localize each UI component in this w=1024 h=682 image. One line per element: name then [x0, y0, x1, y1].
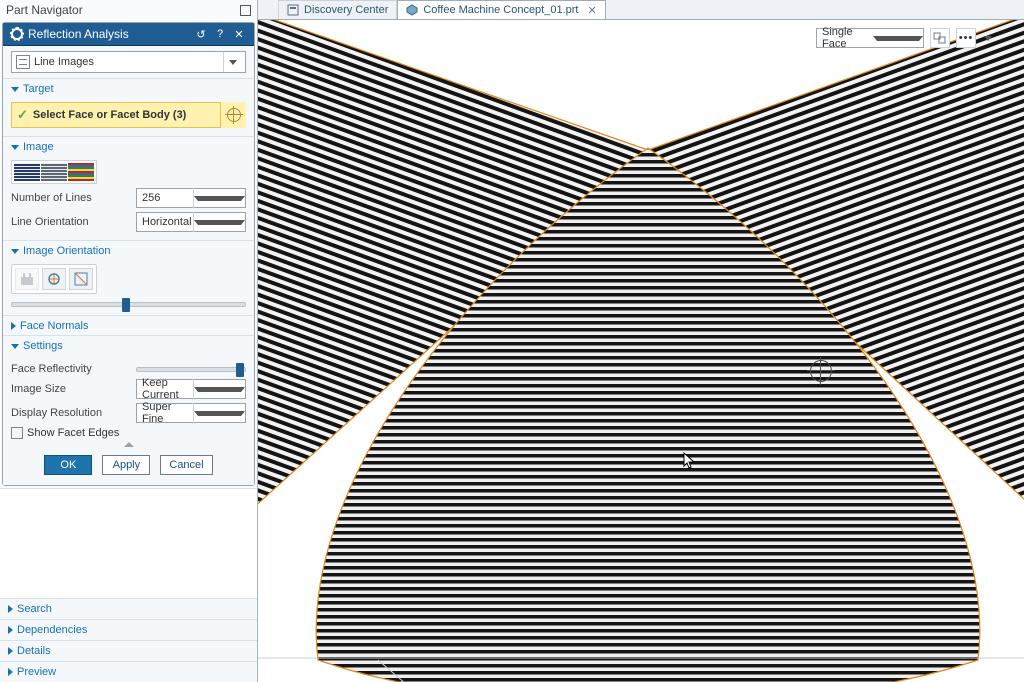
section-face-normals[interactable]: Face Normals: [3, 316, 254, 335]
image-size-label: Image Size: [11, 383, 136, 395]
thumb-gray-lines[interactable]: [41, 163, 67, 181]
tab-close-icon[interactable]: ✕: [587, 4, 596, 17]
section-image[interactable]: Image: [3, 137, 254, 156]
reflect-label: Face Reflectivity: [11, 363, 136, 375]
gear-icon: [11, 28, 23, 40]
display-res-label: Display Resolution: [11, 407, 136, 419]
reticle-icon: [227, 108, 241, 122]
thumb-dark-lines[interactable]: [14, 163, 40, 181]
image-size-dropdown[interactable]: Keep Current: [136, 379, 246, 399]
check-icon: ✓: [17, 107, 28, 123]
checkbox-icon: [11, 427, 23, 439]
cancel-button[interactable]: Cancel: [160, 455, 212, 475]
apply-button[interactable]: Apply: [102, 455, 150, 475]
tab-discovery-center[interactable]: Discovery Center: [278, 0, 397, 19]
view-pivot-icon: [810, 360, 832, 382]
selection-filter-button[interactable]: [930, 28, 950, 48]
navigator-empty-area: [0, 488, 257, 598]
tab-current-file[interactable]: Coffee Machine Concept_01.prt ✕: [397, 0, 605, 19]
section-image-orientation[interactable]: Image Orientation: [3, 241, 254, 260]
orientation-slider[interactable]: [11, 302, 246, 307]
page-icon: [287, 4, 299, 16]
dialog-title: Reflection Analysis: [28, 27, 189, 41]
lock-orientation-button[interactable]: [15, 268, 39, 290]
part-navigator-title: Part Navigator: [0, 0, 257, 20]
dialog-header: Reflection Analysis ↺ ? ✕: [3, 23, 254, 46]
orient-option-1[interactable]: [42, 268, 66, 290]
line-orient-label: Line Orientation: [11, 216, 136, 228]
dock-icon[interactable]: [240, 5, 251, 16]
orient-option-2[interactable]: [69, 268, 93, 290]
selection-expand-button[interactable]: [982, 28, 994, 48]
section-target[interactable]: Target: [3, 79, 254, 98]
type-combo-expand[interactable]: [223, 52, 241, 72]
section-details[interactable]: Details: [0, 640, 257, 661]
select-face-field[interactable]: ✓ Select Face or Facet Body (3): [11, 102, 246, 128]
line-orient-dropdown[interactable]: Horizontal: [136, 212, 246, 232]
section-preview[interactable]: Preview: [0, 661, 257, 682]
selection-more-button[interactable]: •••: [956, 28, 976, 48]
display-res-dropdown[interactable]: Super Fine: [136, 403, 246, 423]
section-search[interactable]: Search: [0, 598, 257, 619]
graphics-viewport[interactable]: Single Face •••: [258, 20, 1024, 682]
ok-button[interactable]: OK: [44, 455, 92, 475]
pick-face-button[interactable]: [220, 102, 246, 128]
show-facet-edges-checkbox[interactable]: Show Facet Edges: [11, 427, 246, 439]
num-lines-label: Number of Lines: [11, 192, 136, 204]
lines-icon: [16, 55, 30, 69]
part-icon: [406, 4, 418, 16]
image-style-thumbs[interactable]: [11, 160, 97, 184]
cursor-icon: [683, 452, 697, 470]
reflectivity-slider[interactable]: [136, 367, 246, 372]
analysis-type-combo[interactable]: Line Images: [11, 51, 246, 73]
close-icon[interactable]: ✕: [232, 27, 246, 41]
help-icon[interactable]: ?: [213, 27, 227, 41]
thumb-color-lines[interactable]: [68, 163, 94, 181]
section-dependencies[interactable]: Dependencies: [0, 619, 257, 640]
num-lines-dropdown[interactable]: 256: [136, 188, 246, 208]
selection-scope-dropdown[interactable]: Single Face: [816, 28, 924, 48]
reset-icon[interactable]: ↺: [194, 27, 208, 41]
section-settings[interactable]: Settings: [3, 336, 254, 355]
